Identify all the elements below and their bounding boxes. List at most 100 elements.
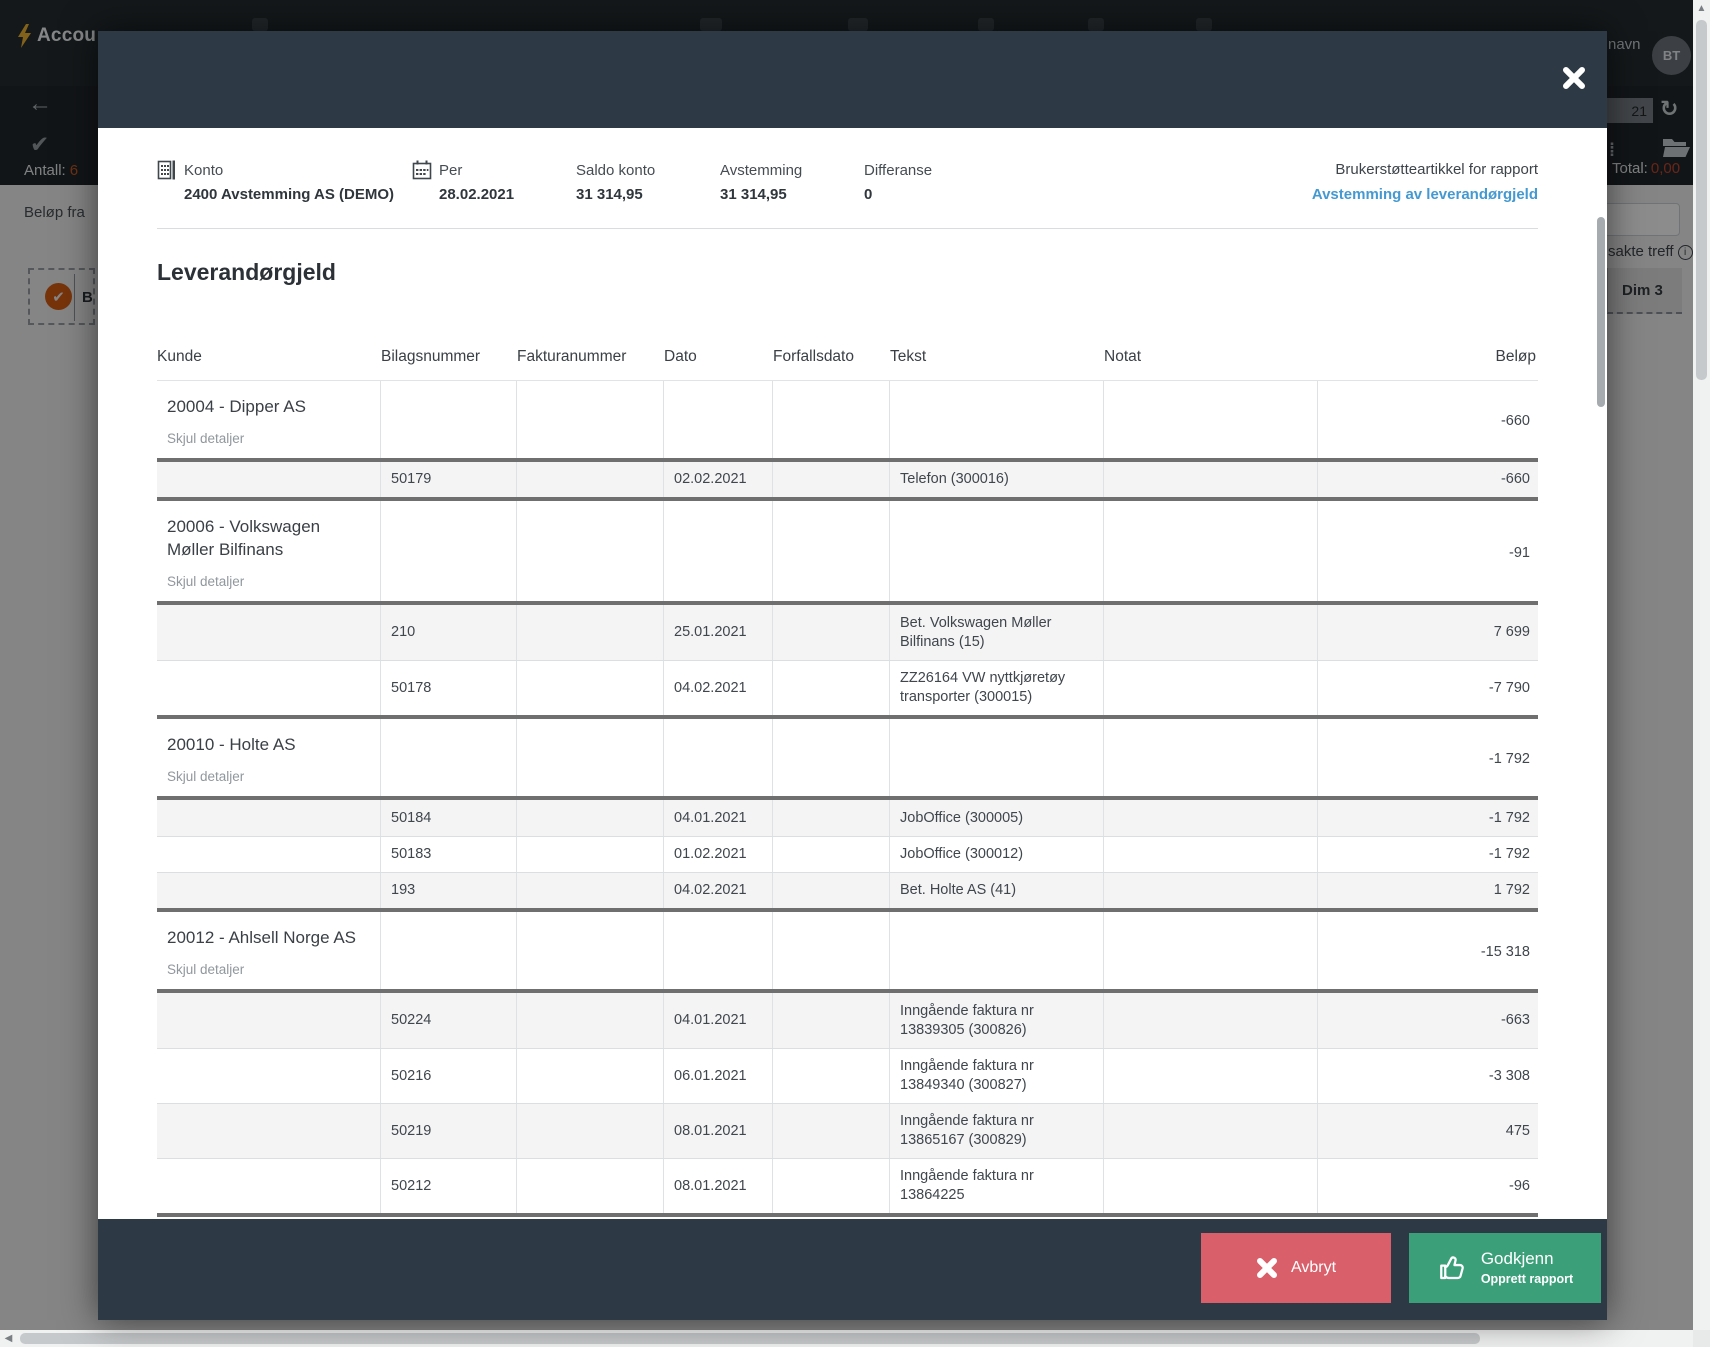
empty-cell [1104, 501, 1318, 601]
detail-bilagsnummer: 50219 [381, 1104, 517, 1158]
detail-tekst: JobOffice (300005) [890, 800, 1104, 836]
detail-tekst: Inngående faktura nr 13839305 (300826) [890, 993, 1104, 1048]
detail-fakturanummer [517, 1159, 664, 1213]
empty-cell [664, 381, 773, 458]
toggle-details-link[interactable]: Skjul detaljer [167, 767, 370, 786]
detail-row: 50224 04.01.2021 Inngående faktura nr 1383… [157, 993, 1538, 1048]
empty-cell [773, 381, 890, 458]
col-belop: Beløp [1495, 348, 1537, 365]
detail-row: 210 25.01.2021 Bet. Volkswagen Møller Bilf… [157, 605, 1538, 660]
approve-button[interactable]: Godkjenn Opprett rapport [1409, 1232, 1601, 1303]
detail-fakturanummer [517, 462, 664, 497]
detail-notat [1104, 993, 1318, 1048]
detail-forfallsdato [773, 661, 890, 715]
cancel-label: Avbryt [1290, 1258, 1337, 1276]
cancel-button[interactable]: Avbryt [1201, 1232, 1391, 1303]
table-header-row: Kunde Bilagsnummer Fakturanummer Dato Fo… [157, 286, 1538, 381]
detail-belop: 475 [1505, 1122, 1530, 1139]
help-block: Brukerstøtteartikkel for rapport Avstemm… [1312, 161, 1538, 203]
group-kunde-cell: 20012 - Ahlsell Norge AS Skjul detaljer [157, 912, 381, 989]
konto-label: Konto [184, 161, 224, 179]
approve-sublabel: Opprett rapport [1480, 1272, 1574, 1286]
detail-notat [1104, 873, 1318, 908]
scroll-up-arrow[interactable]: ▲ [1693, 0, 1710, 17]
detail-kunde-cell [157, 873, 381, 908]
detail-dato: 02.02.2021 [664, 462, 773, 497]
differanse-label: Differanse [864, 161, 933, 179]
group-row: 20010 - Holte AS Skjul detaljer -1 792 [157, 719, 1538, 800]
page: Accou navn BT ← ✔ Antall: 6 21 ↻ ⁞ Total:… [0, 0, 1710, 1347]
detail-notat [1104, 661, 1318, 715]
empty-cell [890, 501, 1104, 601]
detail-kunde-cell [157, 837, 381, 872]
detail-fakturanummer [517, 800, 664, 836]
detail-fakturanummer [517, 1049, 664, 1103]
detail-bilagsnummer: 50184 [381, 800, 517, 836]
approve-label: Godkjenn [1480, 1249, 1554, 1268]
detail-forfallsdato [773, 1049, 890, 1103]
detail-dato: 04.02.2021 [664, 873, 773, 908]
close-icon[interactable] [1561, 65, 1589, 93]
group-row: 20004 - Dipper AS Skjul detaljer -660 [157, 381, 1538, 462]
scrollbar-corner [1693, 1330, 1710, 1347]
vertical-scroll-thumb[interactable] [1696, 20, 1707, 380]
detail-row: 50184 04.01.2021 JobOffice (300005) -1 792 [157, 800, 1538, 836]
empty-cell [1104, 912, 1318, 989]
empty-cell [381, 719, 517, 796]
detail-row: 50179 02.02.2021 Telefon (300016) -660 [157, 462, 1538, 501]
detail-forfallsdato [773, 1104, 890, 1158]
empty-cell [890, 381, 1104, 458]
report-dialog: Konto 2400 Avstemming AS (DEMO) Per 28.0… [98, 31, 1607, 1320]
detail-fakturanummer [517, 605, 664, 660]
detail-dato: 04.01.2021 [664, 800, 773, 836]
toggle-details-link[interactable]: Skjul detaljer [167, 960, 370, 979]
thumbs-up-icon [1439, 1255, 1464, 1279]
detail-kunde-cell [157, 661, 381, 715]
detail-row: 50178 04.02.2021 ZZ26164 VW nyttkjøretøy t… [157, 660, 1538, 719]
detail-forfallsdato [773, 837, 890, 872]
detail-tekst: JobOffice (300012) [890, 837, 1104, 872]
report-table: Kunde Bilagsnummer Fakturanummer Dato Fo… [157, 286, 1538, 1217]
empty-cell [517, 719, 664, 796]
detail-fakturanummer [517, 993, 664, 1048]
detail-bilagsnummer: 50224 [381, 993, 517, 1048]
scroll-left-arrow[interactable]: ◀ [0, 1330, 17, 1347]
cancel-x-icon [1256, 1257, 1277, 1278]
col-forfallsdato: Forfallsdato [773, 348, 854, 365]
col-notat: Notat [1104, 348, 1142, 365]
report-summary: Konto 2400 Avstemming AS (DEMO) Per 28.0… [157, 128, 1538, 229]
col-kunde: Kunde [157, 348, 202, 365]
detail-belop: -1 792 [1488, 809, 1530, 826]
vertical-scrollbar[interactable]: ▲ [1693, 0, 1710, 1330]
avstemming-value: 31 314,95 [720, 186, 787, 203]
toggle-details-link[interactable]: Skjul detaljer [167, 429, 370, 448]
dialog-scroll-thumb[interactable] [1597, 217, 1605, 407]
detail-kunde-cell [157, 1049, 381, 1103]
empty-cell [664, 719, 773, 796]
detail-notat [1104, 800, 1318, 836]
saldo-summary: Saldo konto 31 314,95 [576, 161, 720, 204]
help-link[interactable]: Avstemming av leverandørgjeld [1312, 186, 1538, 203]
konto-summary: Konto 2400 Avstemming AS (DEMO) [157, 160, 412, 203]
empty-cell [517, 912, 664, 989]
horizontal-scrollbar[interactable]: ◀ ▶ [0, 1330, 1710, 1347]
detail-fakturanummer [517, 873, 664, 908]
empty-cell [890, 719, 1104, 796]
detail-kunde-cell [157, 605, 381, 660]
detail-row: 50183 01.02.2021 JobOffice (300012) -1 792 [157, 836, 1538, 872]
group-name: 20006 - Volkswagen Møller Bilfinans [167, 517, 321, 559]
horizontal-scroll-thumb[interactable] [20, 1333, 1480, 1344]
detail-notat [1104, 1159, 1318, 1213]
toggle-details-link[interactable]: Skjul detaljer [167, 572, 370, 591]
empty-cell [381, 501, 517, 601]
group-amount: -91 [1509, 544, 1530, 561]
detail-bilagsnummer: 193 [381, 873, 517, 908]
group-amount: -660 [1500, 413, 1530, 429]
per-summary: Per 28.02.2021 [412, 160, 576, 203]
detail-notat [1104, 1104, 1318, 1158]
detail-tekst: Telefon (300016) [890, 462, 1104, 497]
col-bilagsnummer: Bilagsnummer [381, 348, 481, 365]
col-dato: Dato [664, 348, 697, 365]
group-row: 20006 - Volkswagen Møller Bilfinans Skjul… [157, 501, 1538, 605]
report-title: Leverandørgjeld [157, 259, 336, 285]
